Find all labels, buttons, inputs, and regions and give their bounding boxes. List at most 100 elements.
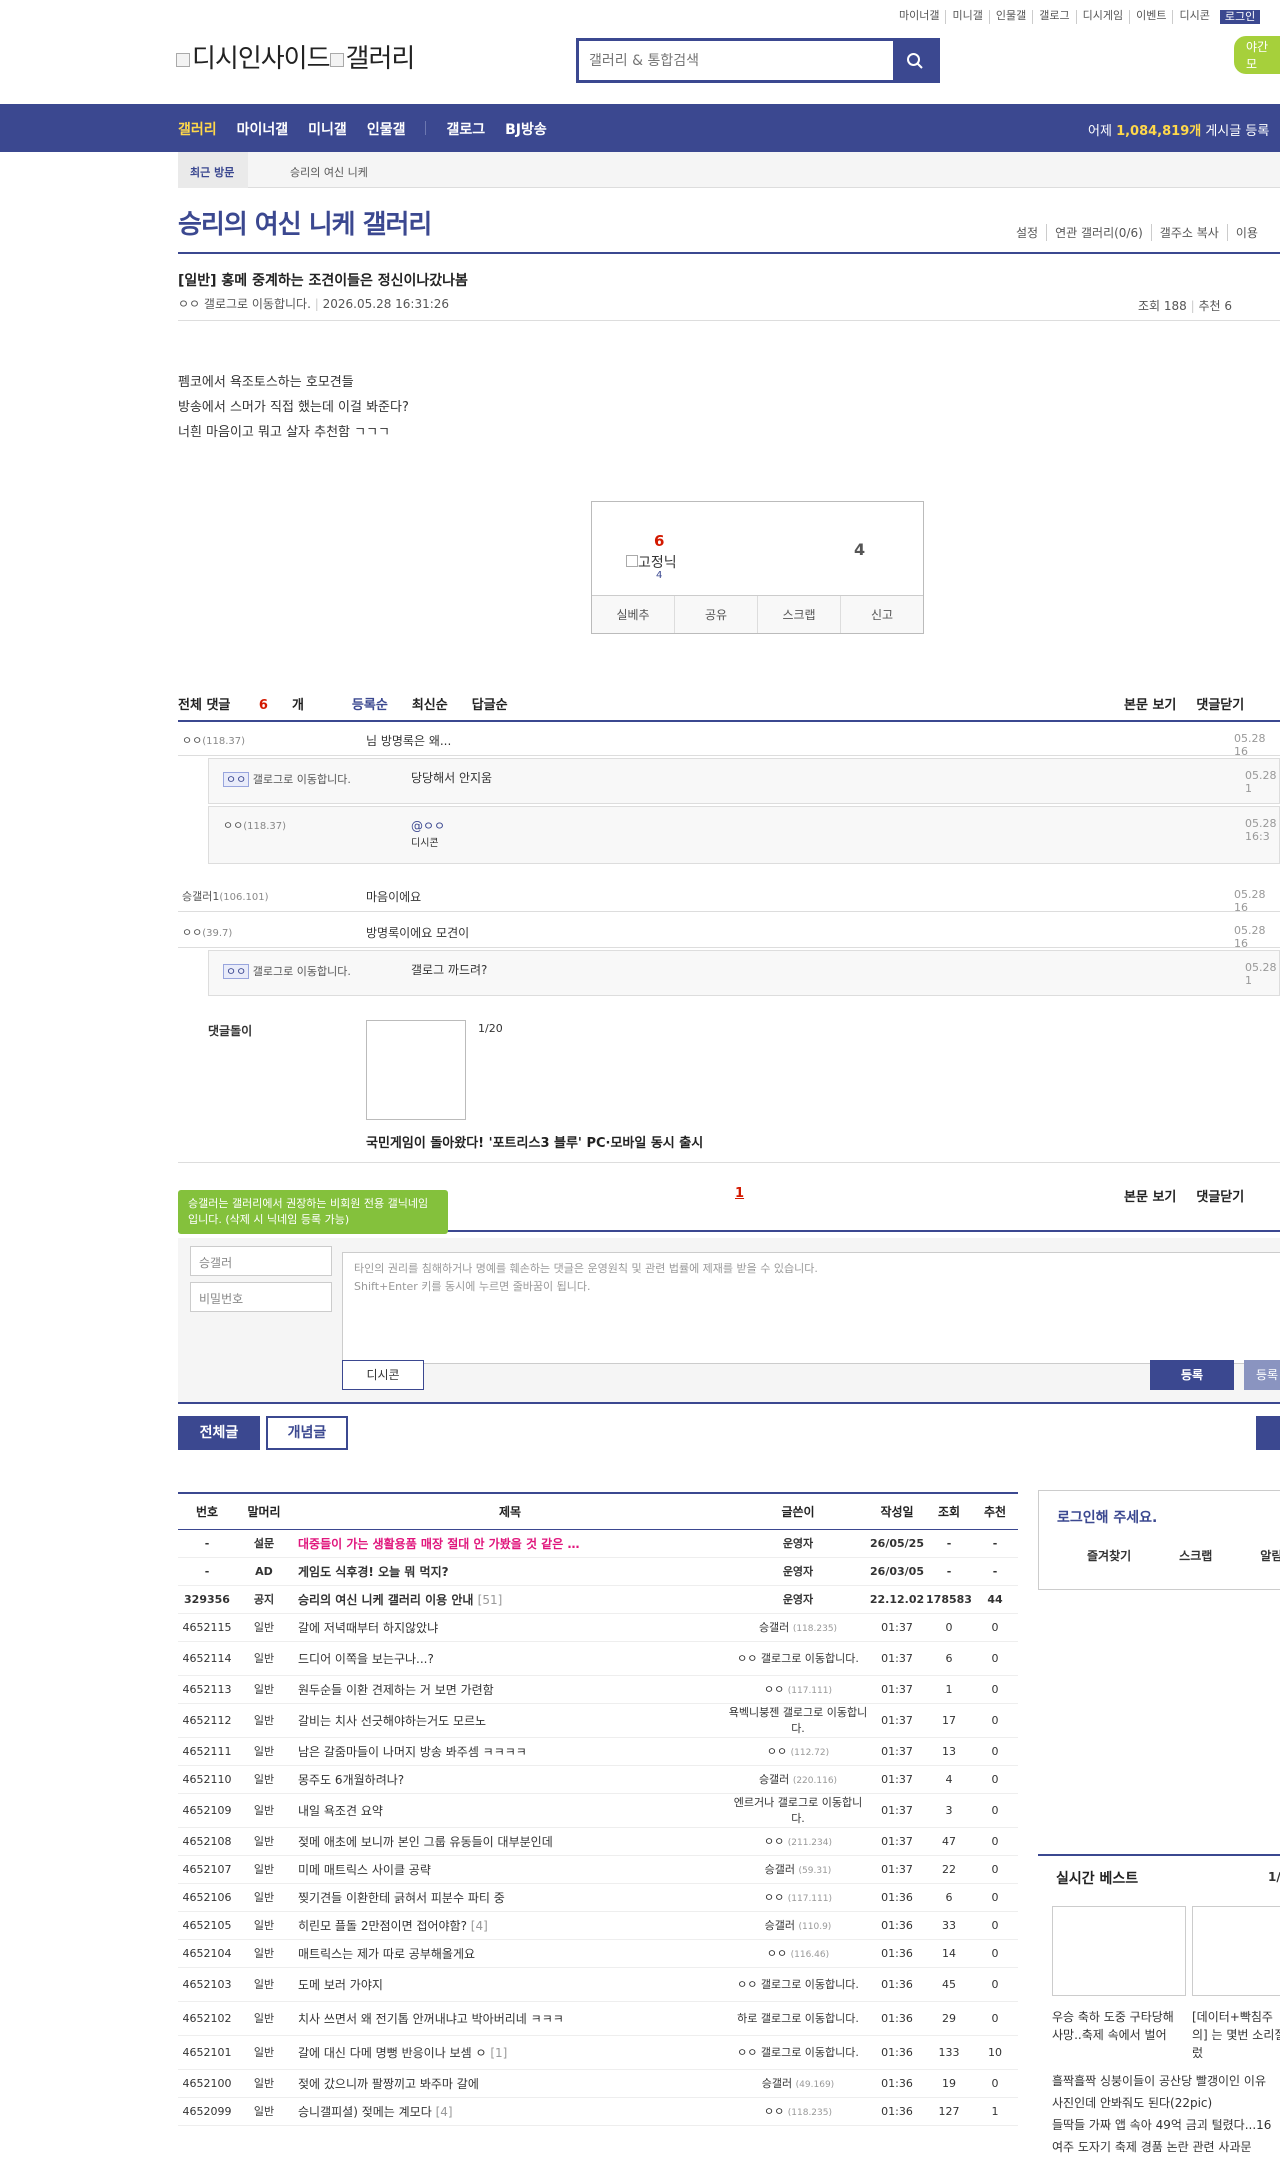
post-title-text[interactable]: 갈비는 치사 선긋해야하는거도 모르노 (298, 1714, 486, 1728)
logo[interactable]: 디시인사이드 갤러리 (176, 38, 415, 75)
top-link[interactable]: 인물갤 (988, 10, 1032, 24)
best-thumb[interactable] (1052, 1906, 1186, 1996)
comment-nick[interactable]: ㅇㅇ 갤로그로 이동합니다. (223, 771, 351, 787)
table-row[interactable]: 4652113 일반 원두순들 이환 견제하는 거 보면 가련함 ㅇㅇ (117.1… (178, 1675, 1018, 1704)
table-row[interactable]: 4652102 일반 치사 쓰면서 왜 전기톱 안꺼내냐고 박아버리네 ㅋㅋㅋ 하로… (178, 2001, 1018, 2036)
comment-nick[interactable]: ㅇㅇ(118.37) (223, 817, 286, 833)
post-title-cell[interactable]: 갈에 저녁때부터 하지않았냐 (292, 1613, 728, 1642)
comment-nick[interactable]: 승갤러1(106.101) (182, 888, 269, 904)
favorites-link[interactable]: 즐겨찾기 (1087, 1547, 1131, 1564)
table-row[interactable]: 4652107 일반 미메 매트릭스 사이클 공략 승갤러 (59.31) 01:37… (178, 1855, 1018, 1884)
post-title-text[interactable]: 승니갤피셜) 젖메는 계모다 (298, 2105, 432, 2119)
post-writer[interactable]: 승갤러 (59.31) (728, 1855, 868, 1884)
post-writer[interactable]: ㅇㅇ 갤로그로 이동합니다. (728, 1641, 868, 1676)
report-button[interactable]: 신고 (840, 596, 923, 633)
best-line[interactable]: 들딱들 가짜 앱 속아 49억 금괴 털렸다...16 (1052, 2116, 1271, 2133)
post-title-text[interactable]: 매트릭스는 제가 따로 공부해올게요 (298, 1947, 475, 1961)
best-caption[interactable]: [데이터+빡침주의] 는 몇번 소리질렀 (1192, 2008, 1280, 2062)
recent-visit-item[interactable]: 승리의 여신 니케 (290, 164, 368, 180)
dlg-image[interactable] (366, 1020, 466, 1120)
table-row[interactable]: 4652104 일반 매트릭스는 제가 따로 공부해올게요 ㅇㅇ (116.46) 0… (178, 1939, 1018, 1968)
close-comments-button[interactable]: 댓글닫기 (1196, 1190, 1244, 1205)
post-title-cell[interactable]: 게임도 식후경! 오늘 뭐 먹지? (292, 1557, 728, 1586)
table-row[interactable]: 4652112 일반 갈비는 치사 선긋해야하는거도 모르노 욕벡니붕젠 갤로그로 … (178, 1703, 1018, 1738)
gallery-title[interactable]: 승리의 여신 니케 갤러리 (178, 204, 432, 241)
post-writer[interactable]: 하로 갤로그로 이동합니다. (728, 2001, 868, 2036)
post-writer[interactable]: 운영자 (728, 1585, 868, 1614)
best-line[interactable]: 사진인데 안봐줘도 된다(22pic) (1052, 2094, 1212, 2111)
scrap-link[interactable]: 스크랩 (1179, 1547, 1212, 1564)
mention[interactable]: @ㅇㅇ (411, 817, 445, 834)
post-writer[interactable]: 승갤러 (118.235) (728, 1613, 868, 1642)
post-title-text[interactable]: 갈에 대신 다메 명뻥 반응이나 보셈 ㅇ (298, 2046, 487, 2060)
write-button[interactable] (1256, 1416, 1280, 1450)
post-title-text[interactable]: 승리의 여신 니케 갤러리 이용 안내 (298, 1593, 473, 1607)
table-row[interactable]: 329356 공지 승리의 여신 니케 갤러리 이용 안내 [51] 운영자 22.1… (178, 1585, 1018, 1614)
post-title-cell[interactable]: 젖에 갔으니까 팔짱끼고 봐주마 갈에 (292, 2069, 728, 2098)
comment-nick[interactable]: ㅇㅇ 갤로그로 이동합니다. (223, 963, 351, 979)
post-title-cell[interactable]: 내일 욕조견 요약 (292, 1793, 728, 1828)
sort-latest[interactable]: 최신순 (412, 694, 448, 713)
post-title-cell[interactable]: 승리의 여신 니케 갤러리 이용 안내 [51] (292, 1585, 728, 1614)
comment-page[interactable]: 1 (735, 1186, 744, 1201)
submit-button[interactable]: 등록 (1150, 1360, 1234, 1390)
post-writer[interactable]: ㅇㅇ (112.72) (728, 1737, 868, 1766)
night-mode-button[interactable]: 야간 모 (1234, 36, 1280, 74)
best-posts-button[interactable]: 개념글 (266, 1416, 348, 1450)
nav-gallog[interactable]: 갤로그 (446, 119, 485, 139)
post-writer[interactable]: 엔르거나 갤로그로 이동합니다. (728, 1793, 868, 1828)
recent-visit-label[interactable]: 최근 방문 (178, 152, 248, 188)
post-title-text[interactable]: 갈에 저녁때부터 하지않았냐 (298, 1621, 438, 1635)
post-title-text[interactable]: 젖에 갔으니까 팔짱끼고 봐주마 갈에 (298, 2077, 479, 2091)
dlg-title[interactable]: 국민게임이 돌아왔다! '포트리스3 블루' PC·모바일 동시 출시 (366, 1132, 703, 1151)
comment-nick[interactable]: ㅇㅇ(39.7) (182, 924, 232, 940)
nav-minor[interactable]: 마이너갤 (237, 119, 289, 139)
nav-mini[interactable]: 미니갤 (308, 119, 347, 139)
nickname-field[interactable]: 승갤러 (190, 1246, 332, 1276)
post-title-cell[interactable]: 찢기견들 이환한테 긁혀서 피분수 파티 중 (292, 1883, 728, 1912)
nav-bj[interactable]: BJ방송 (505, 119, 547, 139)
table-row[interactable]: 4652114 일반 드디어 이쪽을 보는구나...? ㅇㅇ 갤로그로 이동합니다.… (178, 1641, 1018, 1676)
gallog-link[interactable]: 갤로그로 이동합니다. (204, 297, 311, 311)
post-title-cell[interactable]: 도메 보러 가야지 (292, 1967, 728, 2002)
table-row[interactable]: 4652100 일반 젖에 갔으니까 팔짱끼고 봐주마 갈에 승갤러 (49.169… (178, 2069, 1018, 2098)
post-author[interactable]: ㅇㅇ (178, 297, 200, 311)
post-title-cell[interactable]: 승니갤피셜) 젖메는 계모다 [4] (292, 2097, 728, 2126)
table-row[interactable]: 4652103 일반 도메 보러 가야지 ㅇㅇ 갤로그로 이동합니다. 01:36 4… (178, 1967, 1018, 2002)
post-title-text[interactable]: 원두순들 이환 견제하는 거 보면 가련함 (298, 1683, 494, 1697)
table-row[interactable]: 4652111 일반 남은 갈줌마들이 나머지 방송 봐주셈 ㅋㅋㅋㅋ ㅇㅇ (11… (178, 1737, 1018, 1766)
post-title-text[interactable]: 드디어 이쪽을 보는구나...? (298, 1652, 434, 1666)
post-title-cell[interactable]: 드디어 이쪽을 보는구나...? (292, 1641, 728, 1676)
post-title-text[interactable]: 몽주도 6개월하려나? (298, 1773, 404, 1787)
table-row[interactable]: 4652108 일반 젖메 애초에 보니까 본인 그룹 유동들이 대부분인데 ㅇㅇ … (178, 1827, 1018, 1856)
post-title-text[interactable]: 내일 욕조견 요약 (298, 1804, 383, 1818)
post-writer[interactable]: ㅇㅇ 갤로그로 이동합니다. (728, 1967, 868, 2002)
view-body-button[interactable]: 본문 보기 (1124, 1190, 1176, 1205)
top-link[interactable]: 갤로그 (1032, 10, 1075, 24)
gallery-menu-item[interactable]: 이용 (1226, 224, 1266, 241)
post-title-text[interactable]: 남은 갈줌마들이 나머지 방송 봐주셈 ㅋㅋㅋㅋ (298, 1745, 527, 1759)
view-body-button[interactable]: 본문 보기 (1124, 698, 1176, 713)
post-title-text[interactable]: 히린모 플돌 2만점이면 접어야함? (298, 1919, 467, 1933)
post-title-text[interactable]: 미메 매트릭스 사이클 공략 (298, 1863, 431, 1877)
alarm-link[interactable]: 알림 (1260, 1547, 1280, 1564)
dccon-button[interactable]: 디시콘 (342, 1360, 424, 1390)
all-posts-button[interactable]: 전체글 (178, 1416, 260, 1450)
post-title-cell[interactable]: 원두순들 이환 견제하는 거 보면 가련함 (292, 1675, 728, 1704)
table-row[interactable]: 4652105 일반 히린모 플돌 2만점이면 접어야함? [4] 승갤러 (110.… (178, 1911, 1018, 1940)
best-line[interactable]: 여주 도자기 축제 경품 논란 관련 사과문 (1052, 2138, 1252, 2155)
sort-registered[interactable]: 등록순 (352, 694, 388, 713)
post-writer[interactable]: 운영자 (728, 1557, 868, 1586)
post-writer[interactable]: 승갤러 (220.116) (728, 1765, 868, 1794)
table-row[interactable]: 4652109 일반 내일 욕조견 요약 엔르거나 갤로그로 이동합니다. 01:3… (178, 1793, 1018, 1828)
upvote-button[interactable]: 고정닉 (626, 552, 677, 572)
best-button[interactable]: 실베추 (592, 596, 674, 633)
table-row[interactable]: 4652110 일반 몽주도 6개월하려나? 승갤러 (220.116) 01:37 4… (178, 1765, 1018, 1794)
table-row[interactable]: 4652106 일반 찢기견들 이환한테 긁혀서 피분수 파티 중 ㅇㅇ (117.… (178, 1883, 1018, 1912)
reply-count[interactable]: [4] (471, 1919, 488, 1933)
post-writer[interactable]: ㅇㅇ (117.111) (728, 1675, 868, 1704)
post-writer[interactable]: ㅇㅇ (211.234) (728, 1827, 868, 1856)
post-title-cell[interactable]: 몽주도 6개월하려나? (292, 1765, 728, 1794)
post-writer[interactable]: 운영자 (728, 1529, 868, 1558)
post-title-text[interactable]: 대중들이 가는 생활용품 매장 절대 안 가봤을 것 같은 … (298, 1537, 579, 1551)
